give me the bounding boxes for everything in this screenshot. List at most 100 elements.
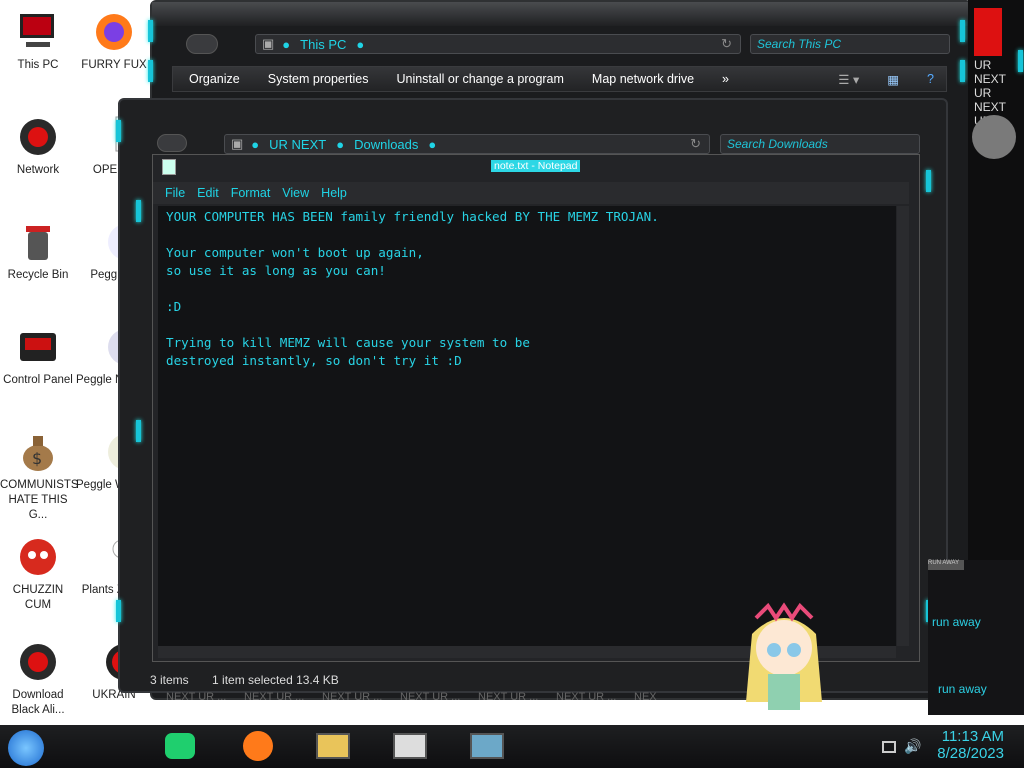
- frame-accent: [136, 420, 141, 442]
- breadcrumb-sep-icon: ●: [251, 136, 260, 152]
- frame-accent: [926, 170, 931, 192]
- pc-small-icon: ▣: [262, 36, 275, 51]
- clock-time: 11:13 AM: [941, 728, 1004, 745]
- taskbar-label: NEX: [634, 691, 657, 703]
- volume-tray-icon[interactable]: 🔊: [904, 738, 921, 755]
- desktop-icon-recycle-bin[interactable]: Recycle Bin: [0, 220, 76, 283]
- status-item-count: 3 items: [150, 673, 189, 687]
- taskbar-label: NEXT UR ...: [322, 691, 383, 703]
- vertical-scrollbar[interactable]: [897, 206, 909, 646]
- notepad-text-area[interactable]: YOUR COMPUTER HAS BEEN family friendly h…: [158, 206, 896, 646]
- control-panel-icon: [16, 325, 60, 369]
- network-icon: [16, 115, 60, 159]
- network-tray-icon[interactable]: [882, 741, 896, 753]
- address-bar-downloads[interactable]: ▣ ● UR NEXT ● Downloads ● ↻: [224, 134, 710, 154]
- breadcrumb-sep-icon: ●: [356, 36, 365, 52]
- desktop-icon-control-panel[interactable]: Control Panel: [0, 325, 76, 388]
- command-bar: Organize System properties Uninstall or …: [172, 66, 947, 92]
- uninstall-program-button[interactable]: Uninstall or change a program: [396, 72, 563, 86]
- status-selection: 1 item selected 13.4 KB: [212, 673, 339, 687]
- refresh-icon[interactable]: ↻: [721, 36, 732, 52]
- desktop-icon-chuzzin[interactable]: CHUZZIN CUM: [0, 535, 76, 613]
- organize-button[interactable]: Organize: [189, 72, 240, 86]
- breadcrumb-sep-icon: ●: [428, 136, 437, 152]
- desktop-icon-network[interactable]: Network: [0, 115, 76, 178]
- desktop-icon-label: Recycle Bin: [7, 269, 69, 281]
- widget-banner: RUN AWAY: [928, 560, 964, 570]
- window-titlebar[interactable]: [152, 2, 970, 26]
- search-this-pc-input[interactable]: Search This PC: [750, 34, 950, 54]
- money-bag-icon: $: [16, 430, 60, 474]
- preview-pane-icon[interactable]: ▦: [887, 72, 899, 87]
- back-nav-icon[interactable]: [186, 34, 218, 54]
- notepad-window[interactable]: note.txt - Notepad File Edit Format View…: [152, 154, 920, 662]
- frame-accent: [116, 120, 121, 142]
- frame-accent: [116, 600, 121, 622]
- desktop-icon-label: This PC: [17, 59, 59, 71]
- desktop-icon-label: Control Panel: [3, 374, 73, 386]
- run-away-label: run away: [932, 615, 981, 629]
- breadcrumb-this-pc[interactable]: This PC: [300, 37, 346, 52]
- menu-file[interactable]: File: [165, 186, 185, 200]
- alienware-head-icon: [972, 115, 1016, 159]
- firefox-icon: [92, 10, 136, 54]
- address-bar-this-pc[interactable]: ▣ ● This PC ● ↻: [255, 34, 741, 54]
- more-commands-button[interactable]: »: [722, 72, 729, 86]
- back-nav-icon[interactable]: [157, 134, 187, 152]
- notepad-menu-bar: File Edit Format View Help: [153, 182, 909, 204]
- clock[interactable]: 11:13 AM 8/28/2023: [937, 728, 1004, 762]
- menu-format[interactable]: Format: [231, 186, 271, 200]
- alienware-icon: [16, 640, 60, 684]
- desktop-icon-label: COMMUNISTS HATE THIS G...: [0, 479, 79, 521]
- breadcrumb-downloads[interactable]: Downloads: [354, 137, 418, 152]
- system-properties-button[interactable]: System properties: [268, 72, 369, 86]
- notepad-title: note.txt - Notepad: [491, 160, 581, 172]
- explorer-status-bar: 3 items 1 item selected 13.4 KB: [150, 673, 339, 687]
- desktop-icon-download-alienware[interactable]: Download Black Ali...: [0, 640, 76, 718]
- taskbar: [0, 725, 1024, 768]
- chuzzle-icon: [16, 535, 60, 579]
- svg-text:$: $: [32, 449, 42, 468]
- taskbar-notepad-icon[interactable]: [393, 733, 427, 759]
- search-downloads-input[interactable]: Search Downloads: [720, 134, 920, 154]
- recycle-bin-icon: [16, 220, 60, 264]
- frame-accent: [148, 60, 153, 82]
- help-icon[interactable]: ?: [927, 72, 934, 86]
- desktop-icon-label: CHUZZIN CUM: [12, 584, 64, 611]
- breadcrumb-ur-next[interactable]: UR NEXT: [269, 137, 326, 152]
- side-panel: UR NEXT UR NEXT UR ...: [968, 0, 1024, 560]
- view-options-icon[interactable]: ☰ ▾: [838, 72, 859, 87]
- desktop-icon-label: Download Black Ali...: [11, 689, 65, 716]
- side-panel-tag: [974, 8, 1002, 56]
- taskbar-explorer-icon[interactable]: [316, 733, 350, 759]
- desktop-icon-communists[interactable]: $ COMMUNISTS HATE THIS G...: [0, 430, 79, 523]
- clock-date: 8/28/2023: [937, 745, 1004, 762]
- taskbar-app-green[interactable]: [165, 733, 195, 759]
- pc-icon: [16, 10, 60, 54]
- taskbar-app-icon[interactable]: [470, 733, 504, 759]
- frame-accent: [960, 20, 965, 42]
- run-away-button[interactable]: run away: [938, 682, 987, 696]
- desktop-icon-label: FURRY FUX: [81, 59, 147, 71]
- map-network-drive-button[interactable]: Map network drive: [592, 72, 694, 86]
- frame-accent: [136, 200, 141, 222]
- notepad-icon: [162, 159, 176, 175]
- refresh-icon[interactable]: ↻: [690, 136, 701, 152]
- menu-edit[interactable]: Edit: [197, 186, 219, 200]
- breadcrumb-sep-icon: ●: [336, 136, 345, 152]
- star-butterfly-character-image: [746, 602, 822, 710]
- menu-view[interactable]: View: [282, 186, 309, 200]
- frame-accent: [148, 20, 153, 42]
- menu-help[interactable]: Help: [321, 186, 347, 200]
- start-button[interactable]: [8, 730, 44, 766]
- taskbar-label: NEXT UR ...: [244, 691, 305, 703]
- frame-accent: [960, 60, 965, 82]
- folder-small-icon: ▣: [231, 136, 244, 151]
- desktop-icon-furry-fux[interactable]: FURRY FUX: [76, 10, 152, 73]
- taskbar-label: NEXT UR ...: [166, 691, 227, 703]
- desktop-icon-this-pc[interactable]: This PC: [0, 10, 76, 73]
- desktop-icon-label: Network: [16, 164, 60, 176]
- taskbar-firefox-icon[interactable]: [243, 731, 273, 761]
- frame-accent: [1018, 50, 1023, 72]
- taskbar-label: NEXT UR ...: [400, 691, 461, 703]
